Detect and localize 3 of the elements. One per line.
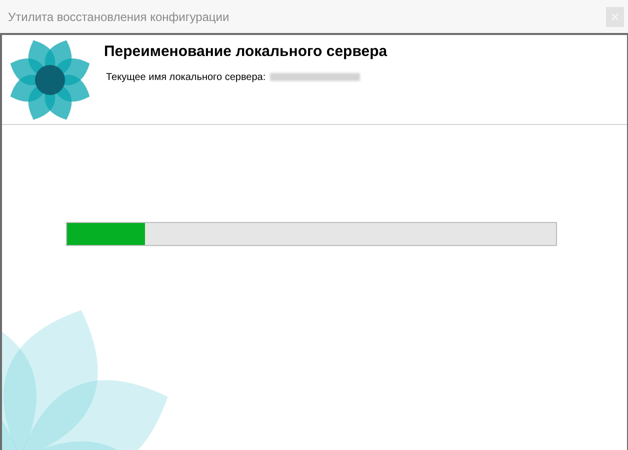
header-title: Переименование локального сервера [104, 42, 388, 62]
window-title: Утилита восстановления конфигурации [8, 8, 230, 26]
header-subtitle: Текущее имя локального сервера: [106, 70, 266, 84]
